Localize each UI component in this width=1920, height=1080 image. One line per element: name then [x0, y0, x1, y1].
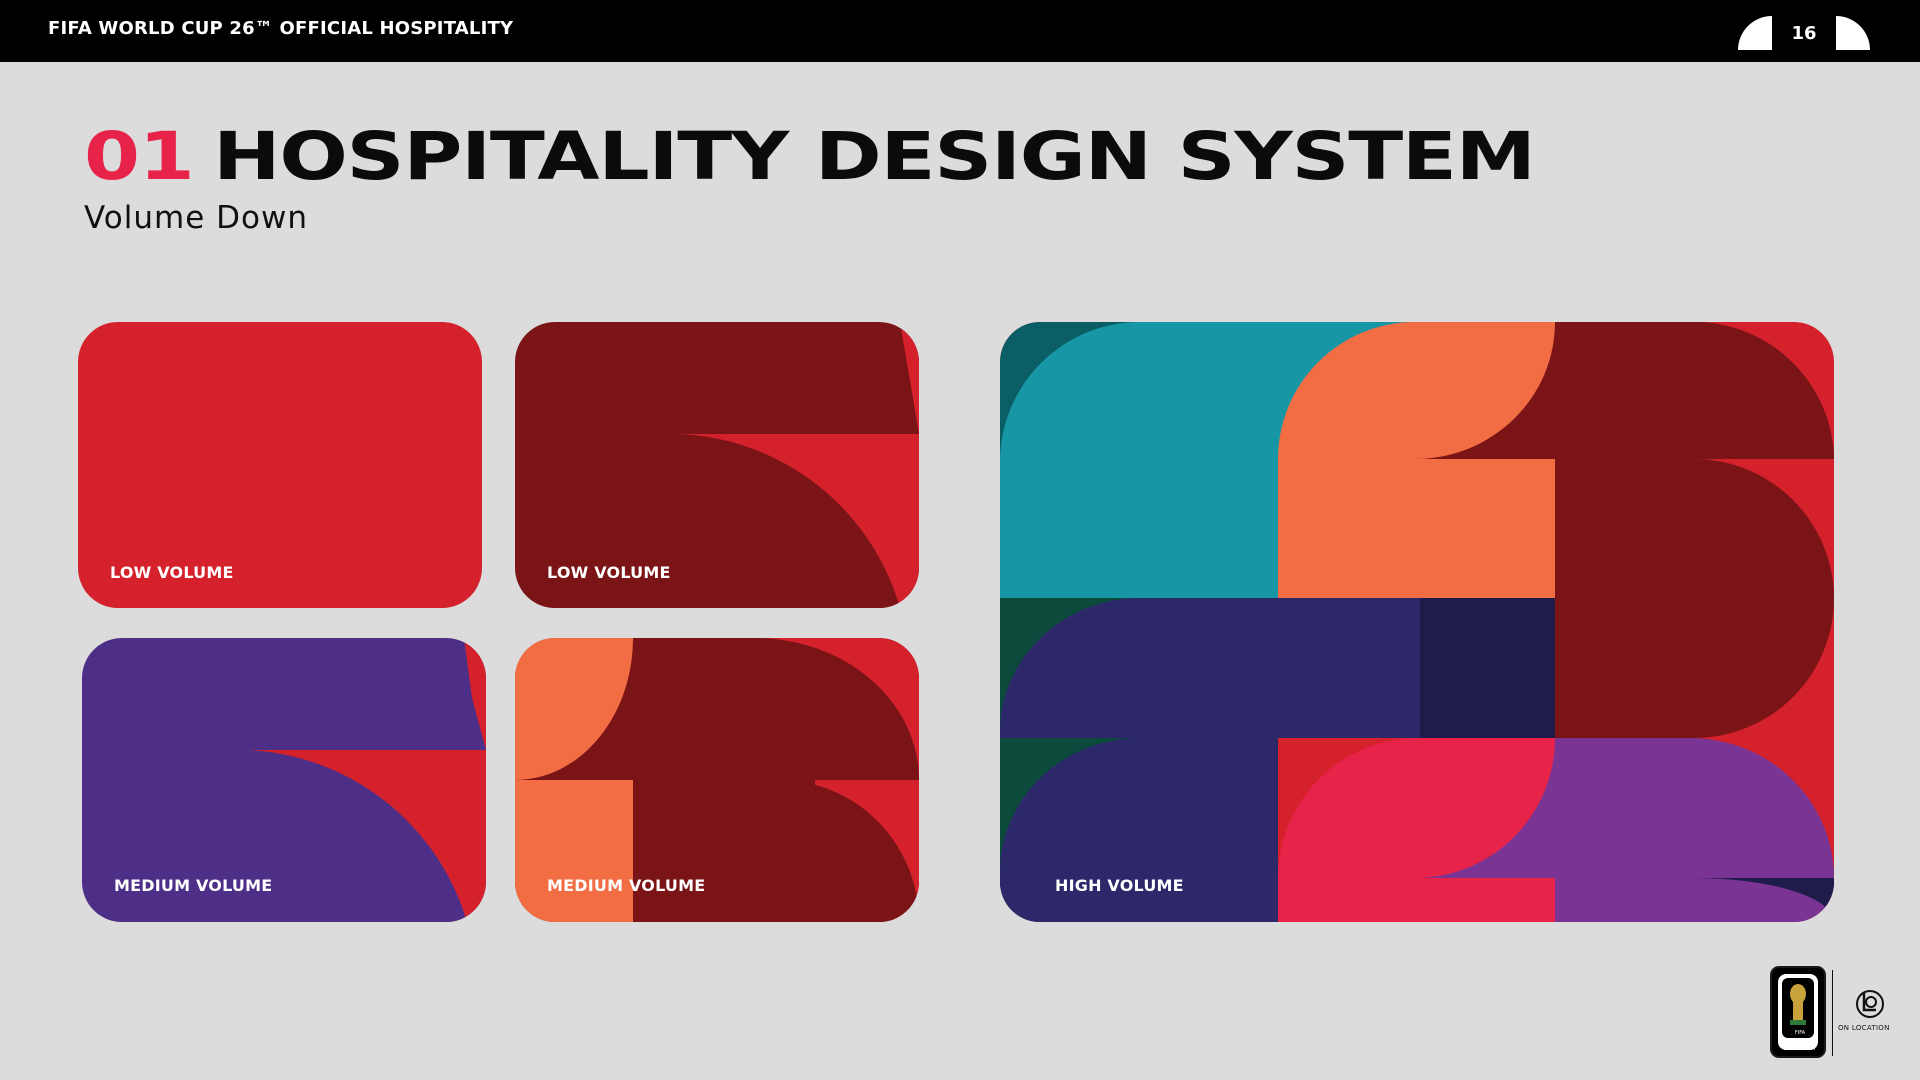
- card-label: MEDIUM VOLUME: [547, 876, 706, 895]
- low-volume-card-2: LOW VOLUME: [515, 322, 919, 608]
- fifa-trophy-logo-icon: FIFA OFFICIAL HOSPITALITY: [1770, 966, 1826, 1058]
- section-number: 01: [84, 118, 195, 195]
- logo-badge-text-1: FIFA: [1794, 1030, 1806, 1036]
- medium-volume-card-2: MEDIUM VOLUME: [515, 638, 919, 922]
- page-number: 16: [1791, 23, 1817, 44]
- high-volume-card: HIGH VOLUME: [1000, 322, 1834, 922]
- quarter-circle-right-icon: [1836, 16, 1870, 50]
- page-title: 01 HOSPITALITY DESIGN SYSTEM: [84, 118, 1536, 195]
- card-label: LOW VOLUME: [110, 563, 234, 582]
- on-location-logo-icon: [1856, 990, 1884, 1018]
- card-artwork: [1000, 322, 1834, 922]
- card-label: LOW VOLUME: [547, 563, 671, 582]
- logo-badge-text-3: HOSPITALITY: [1784, 1046, 1816, 1052]
- card-label: MEDIUM VOLUME: [114, 876, 273, 895]
- medium-volume-card-1: MEDIUM VOLUME: [82, 638, 486, 922]
- quarter-circle-left-icon: [1738, 16, 1772, 50]
- page-indicator: 16: [1738, 16, 1870, 50]
- partner-label: ON LOCATION: [1838, 1024, 1890, 1032]
- logo-divider: [1832, 970, 1833, 1056]
- card-label: HIGH VOLUME: [1055, 876, 1184, 895]
- header-title: FIFA WORLD CUP 26™ OFFICIAL HOSPITALITY: [48, 18, 514, 39]
- page-subtitle: Volume Down: [84, 200, 308, 236]
- low-volume-card-1: LOW VOLUME: [78, 322, 482, 608]
- top-bar: FIFA WORLD CUP 26™ OFFICIAL HOSPITALITY …: [0, 0, 1920, 62]
- section-title: HOSPITALITY DESIGN SYSTEM: [213, 118, 1536, 195]
